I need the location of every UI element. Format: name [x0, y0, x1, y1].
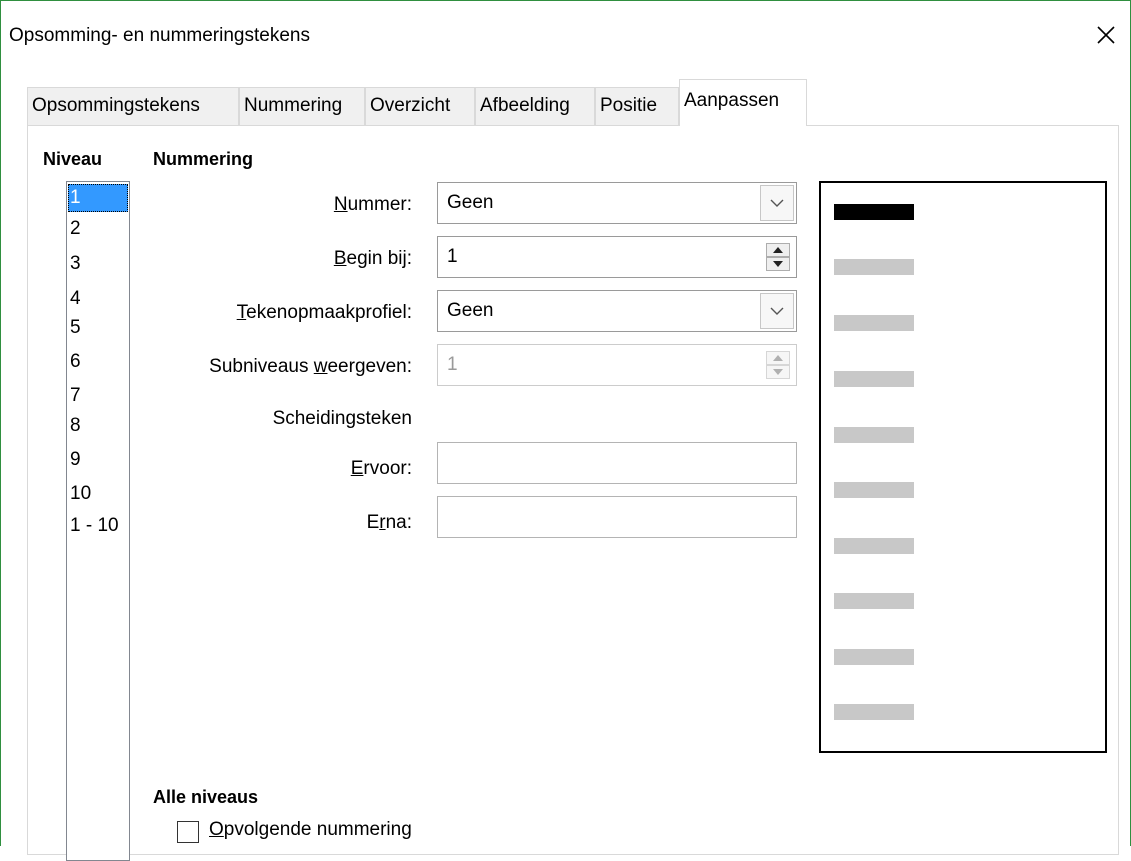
- level-heading: Niveau: [43, 149, 103, 169]
- level-item-6[interactable]: 6: [68, 348, 128, 376]
- start-at-decrement-button[interactable]: [766, 257, 790, 271]
- dialog-window: Opsomming- en nummeringstekens Opsomming…: [0, 0, 1131, 861]
- start-at-value: 1: [447, 246, 458, 267]
- title-bar: Opsomming- en nummeringstekens: [1, 1, 1130, 75]
- level-item-7[interactable]: 7: [68, 382, 128, 410]
- separator-heading: Scheidingsteken: [272, 408, 412, 429]
- level-item-8[interactable]: 8: [68, 412, 128, 440]
- tab-positie[interactable]: Positie: [595, 87, 679, 125]
- number-select[interactable]: Geen: [437, 182, 797, 224]
- preview-box: [819, 181, 1107, 753]
- preview-line-2: [834, 259, 914, 275]
- chevron-down-icon: [770, 307, 784, 315]
- close-icon: [1097, 26, 1115, 44]
- char-style-select[interactable]: Geen: [437, 290, 797, 332]
- before-label: Ervoor:: [350, 458, 412, 479]
- preview-line-7: [834, 538, 914, 554]
- consecutive-numbering-label: Opvolgende nummering: [209, 819, 412, 840]
- preview-line-6: [834, 482, 914, 498]
- numbering-heading: Nummering: [153, 149, 254, 169]
- triangle-up-icon: [773, 355, 783, 361]
- preview-line-10: [834, 704, 914, 720]
- chevron-down-icon: [770, 199, 784, 207]
- all-levels-heading: Alle niveaus: [153, 787, 259, 807]
- consecutive-numbering-checkbox[interactable]: [177, 821, 199, 843]
- preview-line-1: [834, 204, 914, 220]
- tab-opsommingstekens[interactable]: Opsommingstekens: [27, 87, 239, 125]
- start-at-label: Begin bij:: [333, 248, 412, 269]
- level-item-5[interactable]: 5: [68, 314, 128, 342]
- tab-nummering[interactable]: Nummering: [239, 87, 365, 125]
- triangle-up-icon: [773, 247, 783, 253]
- level-item-1[interactable]: 1: [68, 184, 128, 212]
- level-item-1-10[interactable]: 1 - 10: [68, 512, 128, 540]
- preview-line-8: [834, 593, 914, 609]
- dialog-title: Opsomming- en nummeringstekens: [9, 25, 310, 46]
- start-at-increment-button[interactable]: [766, 243, 790, 257]
- sublevels-increment-button: [766, 351, 790, 365]
- preview-line-9: [834, 649, 914, 665]
- number-dropdown-button[interactable]: [760, 185, 794, 221]
- char-style-dropdown-button[interactable]: [760, 293, 794, 329]
- triangle-down-icon: [773, 369, 783, 375]
- level-item-2[interactable]: 2: [68, 215, 128, 243]
- close-button[interactable]: [1086, 15, 1126, 55]
- level-item-3[interactable]: 3: [68, 250, 128, 278]
- number-select-value: Geen: [447, 192, 494, 213]
- triangle-down-icon: [773, 261, 783, 267]
- tab-afbeelding[interactable]: Afbeelding: [475, 87, 595, 125]
- preview-line-3: [834, 315, 914, 331]
- before-input[interactable]: [437, 442, 797, 484]
- level-listbox[interactable]: 1 2 3 4 5 6 7 8 9 10 1 - 10: [66, 181, 130, 861]
- preview-line-4: [834, 371, 914, 387]
- level-item-10[interactable]: 10: [68, 480, 128, 508]
- sublevels-label: Subniveaus weergeven:: [209, 356, 412, 377]
- level-item-4[interactable]: 4: [68, 285, 128, 313]
- tab-aanpassen[interactable]: Aanpassen: [679, 79, 807, 126]
- char-style-label: Tekenopmaakprofiel:: [236, 302, 412, 323]
- char-style-select-value: Geen: [447, 300, 494, 321]
- after-input[interactable]: [437, 496, 797, 538]
- number-label: Nummer:: [333, 194, 412, 215]
- level-item-9[interactable]: 9: [68, 446, 128, 474]
- preview-line-5: [834, 427, 914, 443]
- sublevels-decrement-button: [766, 365, 790, 379]
- start-at-spinbox[interactable]: 1: [437, 236, 797, 278]
- sublevels-value: 1: [447, 354, 458, 375]
- after-label: Erna:: [366, 512, 412, 533]
- sublevels-spinbox: 1: [437, 344, 797, 386]
- tab-overzicht[interactable]: Overzicht: [365, 87, 475, 125]
